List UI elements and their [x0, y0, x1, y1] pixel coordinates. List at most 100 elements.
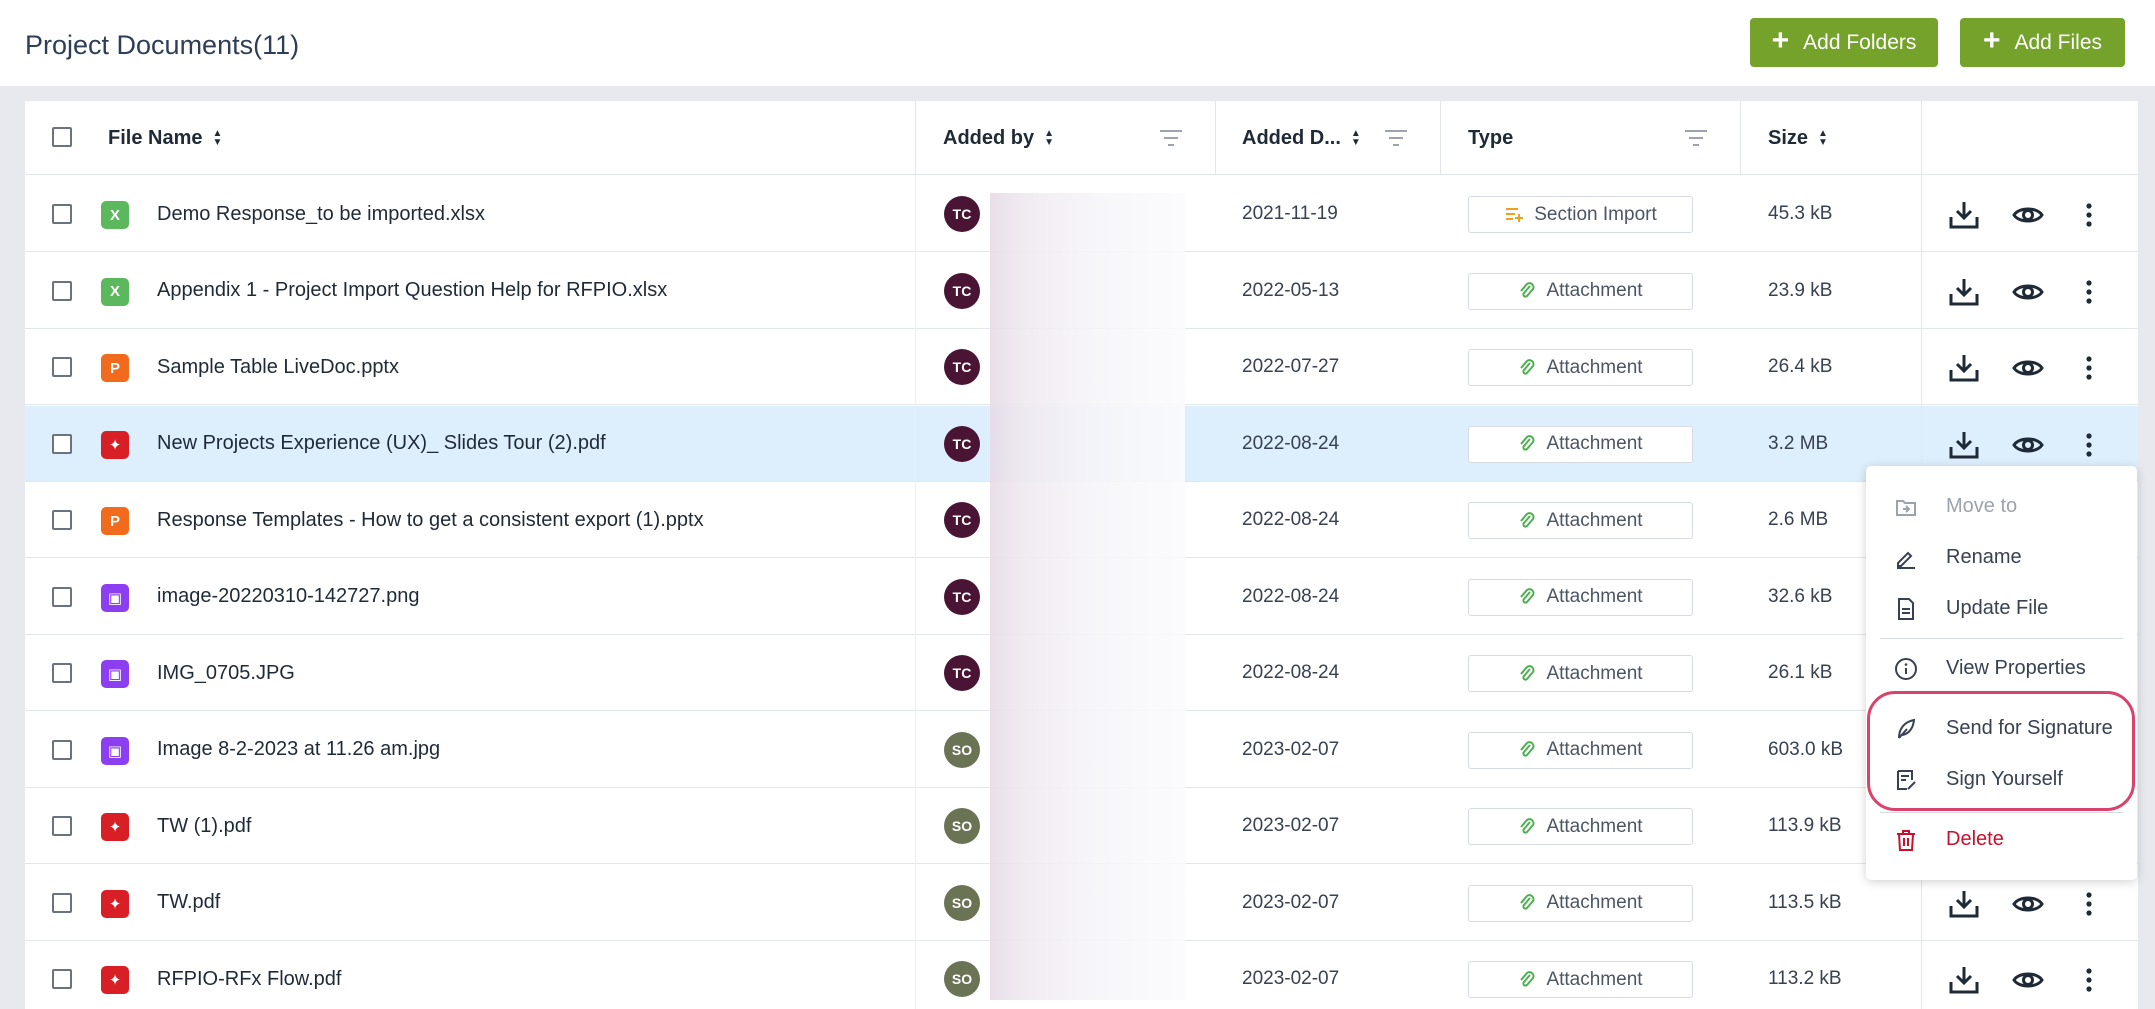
row-checkbox[interactable] — [52, 969, 72, 989]
more-options-icon[interactable] — [2073, 429, 2105, 461]
type-badge: Attachment — [1468, 272, 1693, 310]
added-date: 2022-08-24 — [1242, 509, 1340, 530]
eye-icon[interactable] — [2012, 429, 2044, 461]
type-badge: Attachment — [1468, 578, 1693, 616]
column-type[interactable]: Type — [1468, 101, 1513, 175]
file-name[interactable]: Sample Table LiveDoc.pptx — [157, 329, 399, 405]
filter-icon[interactable] — [1685, 129, 1707, 147]
row-checkbox[interactable] — [52, 739, 72, 760]
eye-icon[interactable] — [2012, 199, 2044, 231]
row-checkbox[interactable] — [52, 892, 72, 913]
menu-item-label: View Properties — [1946, 656, 2086, 679]
excel-file-icon: X — [101, 201, 129, 229]
column-added-date[interactable]: Added D... ▲ ▼ — [1242, 101, 1361, 175]
sort-icon[interactable]: ▲ ▼ — [212, 129, 222, 148]
menu-item-label: Move to — [1946, 494, 2018, 517]
file-name[interactable]: image-20220310-142727.png — [157, 559, 419, 635]
download-icon[interactable] — [1948, 352, 1980, 384]
column-size[interactable]: Size ▲ ▼ — [1768, 101, 1828, 175]
page-title: Project Documents(11) — [25, 30, 300, 60]
download-icon[interactable] — [1948, 199, 1980, 231]
filter-icon[interactable] — [1160, 129, 1182, 147]
column-divider — [915, 175, 916, 1009]
file-size: 113.5 kB — [1768, 891, 1842, 913]
type-badge: Attachment — [1468, 502, 1693, 539]
type-badge: Attachment — [1468, 884, 1693, 922]
column-added-date-label: Added D... — [1242, 126, 1341, 149]
avatar: SO — [944, 808, 980, 844]
type-label: Attachment — [1546, 433, 1643, 454]
avatar: TC — [944, 502, 980, 538]
file-size: 113.9 kB — [1768, 815, 1842, 836]
file-name[interactable]: RFPIO-RFx Flow.pdf — [157, 941, 341, 1009]
download-icon[interactable] — [1948, 429, 1980, 461]
menu-divider — [1880, 812, 2123, 813]
file-size: 45.3 kB — [1768, 203, 1833, 224]
add-files-button[interactable]: + Add Files — [1960, 18, 2125, 67]
column-file-name[interactable]: File Name ▲ ▼ — [108, 101, 222, 175]
more-options-icon[interactable] — [2073, 199, 2105, 231]
file-size: 23.9 kB — [1768, 279, 1833, 301]
download-icon[interactable] — [1948, 964, 1980, 996]
more-options-icon[interactable] — [2073, 964, 2105, 996]
row-checkbox[interactable] — [52, 510, 72, 530]
avatar: TC — [944, 655, 980, 691]
menu-item-update-file[interactable]: Update File — [1866, 584, 2137, 632]
powerpoint-file-icon: P — [101, 507, 129, 535]
file-name[interactable]: New Projects Experience (UX)_ Slides Tou… — [157, 406, 606, 482]
paperclip-icon — [1520, 894, 1535, 910]
sort-icon[interactable]: ▲ ▼ — [1044, 129, 1054, 148]
column-added-by[interactable]: Added by ▲ ▼ — [943, 101, 1054, 175]
type-label: Attachment — [1546, 280, 1643, 301]
section-import-icon — [1506, 207, 1524, 222]
sort-icon[interactable]: ▲ ▼ — [1818, 129, 1828, 148]
file-name[interactable]: Response Templates - How to get a consis… — [157, 482, 704, 558]
more-options-icon[interactable] — [2073, 888, 2105, 920]
download-icon[interactable] — [1948, 888, 1980, 920]
more-options-icon[interactable] — [2073, 352, 2105, 384]
file-name[interactable]: TW.pdf — [157, 865, 220, 941]
menu-item-rename[interactable]: Rename — [1866, 533, 2137, 581]
paperclip-icon — [1520, 741, 1535, 757]
file-name[interactable]: Appendix 1 - Project Import Question Hel… — [157, 253, 667, 329]
paperclip-icon — [1520, 358, 1535, 375]
row-checkbox[interactable] — [52, 586, 72, 607]
row-checkbox[interactable] — [52, 280, 72, 301]
row-checkbox[interactable] — [52, 816, 72, 836]
menu-item-move-to[interactable]: Move to — [1866, 482, 2137, 530]
paperclip-icon — [1520, 435, 1535, 451]
column-type-label: Type — [1468, 126, 1514, 149]
select-all-checkbox[interactable] — [52, 127, 72, 147]
menu-divider — [1880, 638, 2123, 639]
sort-icon[interactable]: ▲ ▼ — [1351, 129, 1361, 148]
file-name[interactable]: Image 8-2-2023 at 11.26 am.jpg — [157, 712, 440, 788]
trash-icon — [1897, 830, 1915, 851]
avatar: TC — [944, 578, 980, 615]
added-date: 2023-02-07 — [1242, 891, 1340, 913]
filter-icon[interactable] — [1385, 129, 1407, 147]
type-badge: Attachment — [1468, 731, 1693, 769]
file-name[interactable]: IMG_0705.JPG — [157, 635, 295, 711]
eye-icon[interactable] — [2012, 964, 2044, 996]
menu-item-delete[interactable]: Delete — [1866, 815, 2137, 863]
type-label: Attachment — [1546, 356, 1643, 378]
eye-icon[interactable] — [2012, 276, 2044, 308]
add-folders-button[interactable]: + Add Folders — [1750, 18, 1938, 67]
row-checkbox[interactable] — [52, 663, 72, 683]
file-size: 3.2 MB — [1768, 432, 1829, 454]
row-checkbox[interactable] — [52, 433, 72, 454]
download-icon[interactable] — [1948, 276, 1980, 308]
menu-item-view-properties[interactable]: View Properties — [1866, 644, 2137, 692]
avatar: TC — [944, 196, 980, 232]
eye-icon[interactable] — [2012, 888, 2044, 920]
menu-item-label: Rename — [1946, 545, 2022, 568]
avatar: SO — [944, 731, 980, 768]
file-name[interactable]: TW (1).pdf — [157, 788, 251, 864]
row-checkbox[interactable] — [52, 357, 72, 377]
paperclip-icon — [1520, 817, 1535, 834]
file-name[interactable]: Demo Response_to be imported.xlsx — [157, 176, 485, 252]
eye-icon[interactable] — [2012, 352, 2044, 384]
type-label: Attachment — [1546, 739, 1643, 760]
row-checkbox[interactable] — [52, 204, 72, 224]
more-options-icon[interactable] — [2073, 276, 2105, 308]
